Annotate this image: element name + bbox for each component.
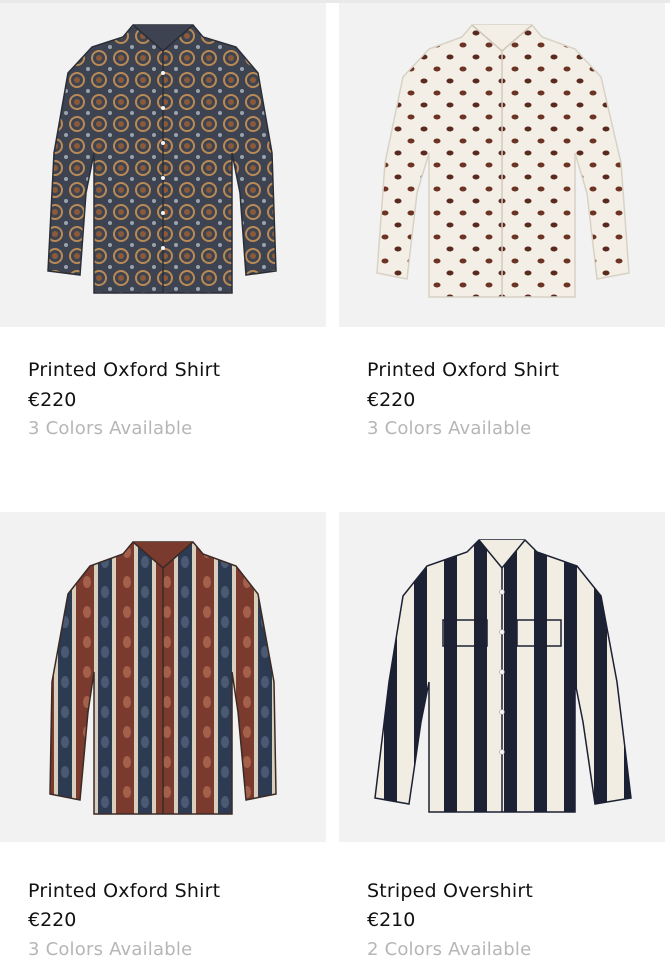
product-colors-available: 2 Colors Available bbox=[367, 939, 532, 960]
shirt-paisley-dot-print-icon bbox=[376, 24, 630, 298]
product-price: €220 bbox=[28, 909, 77, 931]
product-image[interactable] bbox=[0, 3, 326, 327]
product-title[interactable]: Striped Overshirt bbox=[367, 880, 533, 902]
product-image[interactable] bbox=[0, 512, 326, 842]
product-price: €210 bbox=[367, 909, 416, 931]
shirt-medallion-print-icon bbox=[47, 24, 277, 294]
product-price: €220 bbox=[367, 389, 416, 411]
shirt-vertical-stripe-icon bbox=[374, 539, 632, 813]
product-image[interactable] bbox=[339, 3, 665, 327]
product-colors-available: 3 Colors Available bbox=[367, 418, 532, 439]
shirt-paisley-stripe-print-icon bbox=[49, 541, 277, 815]
product-colors-available: 3 Colors Available bbox=[28, 418, 193, 439]
product-title[interactable]: Printed Oxford Shirt bbox=[28, 359, 220, 381]
product-title[interactable]: Printed Oxford Shirt bbox=[28, 880, 220, 902]
product-price: €220 bbox=[28, 389, 77, 411]
product-colors-available: 3 Colors Available bbox=[28, 939, 193, 960]
product-title[interactable]: Printed Oxford Shirt bbox=[367, 359, 559, 381]
product-image[interactable] bbox=[339, 512, 665, 842]
